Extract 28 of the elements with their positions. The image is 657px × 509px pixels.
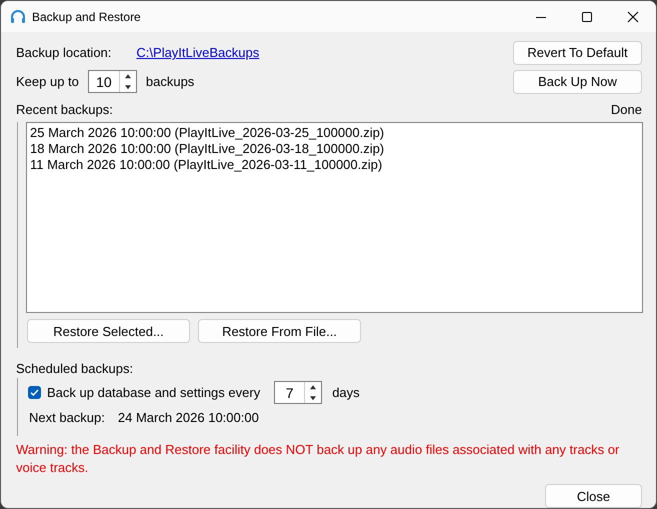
window-title: Backup and Restore [32, 10, 142, 24]
checkbox[interactable] [28, 386, 41, 399]
status-text: Done [610, 102, 642, 116]
backup-item[interactable]: 11 March 2026 10:00:00 (PlayItLive_2026-03-11_100000.zip) [30, 157, 639, 173]
checkbox-label: Back up database and settings every [47, 385, 260, 400]
maximize-icon[interactable] [581, 10, 593, 22]
date-text: 24 March 2026 10:00:00 [118, 410, 259, 424]
headphones-icon [10, 8, 26, 24]
section-label: Recent backups: [16, 102, 113, 116]
button[interactable]: Back Up Now [513, 70, 642, 94]
backup-item[interactable]: 25 March 2026 10:00:00 (PlayItLive_2026-03-25_100000.zip) [30, 125, 639, 141]
close-icon[interactable] [627, 10, 639, 22]
button[interactable]: Restore Selected... [27, 319, 190, 343]
field-label: Backup location: [16, 45, 112, 60]
unit-label: days [332, 385, 360, 400]
button[interactable]: Restore From File... [198, 319, 361, 343]
number-spinner[interactable]: 7 [274, 381, 322, 404]
number-spinner[interactable]: 10 [88, 70, 137, 93]
backup-list[interactable]: 25 March 2026 10:00:00 (PlayItLive_2026-03-25_100000.zip) 18 March 2026 10:00:00 (PlayItLive_2026-03-18_100000.zip) 11 March 2026 10:00:00 (PlayItLive_2026-03-11_100000.zip) [26, 122, 643, 313]
button[interactable]: Close [545, 484, 642, 508]
unit-label: backups [146, 74, 194, 89]
section-label: Scheduled backups: [16, 360, 134, 376]
button[interactable]: Revert To Default [513, 40, 642, 64]
warning-text: Warning: the Backup and Restore facility does NOT back up any audio files associated with any tracks or voice tracks. [16, 441, 620, 477]
field-label: Next backup: [29, 410, 105, 424]
backup-item[interactable]: 18 March 2026 10:00:00 (PlayItLive_2026-03-18_100000.zip) [30, 141, 639, 157]
folder-link[interactable]: C:\PlayItLiveBackups [136, 45, 260, 60]
field-label: Keep up to [16, 74, 79, 89]
